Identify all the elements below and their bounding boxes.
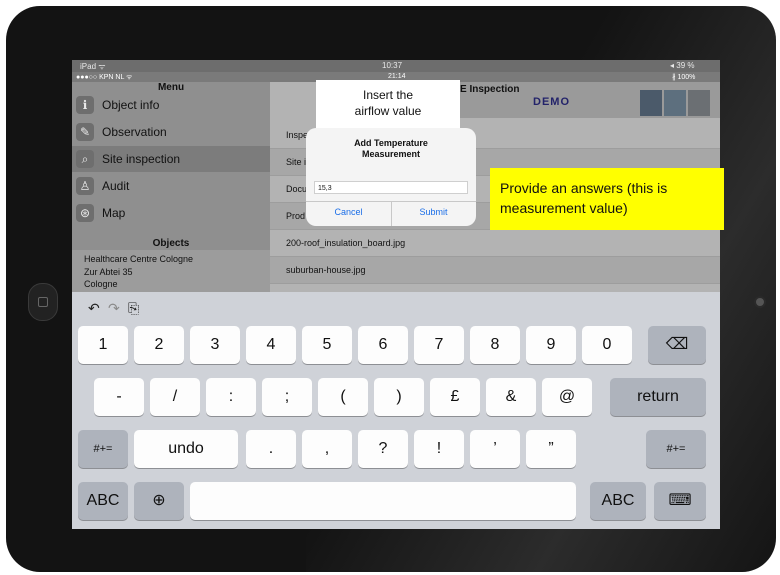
key-semicolon[interactable]: ; [262,378,312,416]
menu-title: Menu [157,82,185,93]
callout-line: measurement value) [500,200,628,216]
sidebar-item-observation[interactable]: ✎ Observation [72,119,270,145]
key-exclamation[interactable]: ! [414,430,464,468]
carrier-label: ●●●○○ KPN NL ᯤ [76,74,133,81]
page-title: E Inspection [460,84,520,95]
key-ampersand[interactable]: & [486,378,536,416]
dialog-title-line2: Measurement [361,149,421,159]
redo-icon[interactable]: ↷ [108,300,120,317]
answer-callout: Provide an answers (this is measurement … [490,168,724,230]
callout-line: Provide an answers (this is [500,180,668,196]
sidebar-item-map[interactable]: ⊛ Map [72,200,270,226]
row-label: suburban-house.jpg [286,265,366,275]
symbols-key-right[interactable]: #+= [646,430,706,468]
row-label: 200-roof_insulation_board.jpg [286,238,406,248]
brand-banner: E Inspection DEMO [460,82,720,118]
camera-icon [754,296,766,308]
sidebar-item-label: Object info [102,98,160,112]
key-0[interactable]: 0 [582,326,632,364]
objects-title: Objects [152,238,190,249]
key-apostrophe[interactable]: ’ [470,430,520,468]
building-image-icon [664,90,686,116]
insert-value-callout: Insert the airflow value [316,80,460,128]
onscreen-keyboard: ↶ ↷ ⎘ 1 2 3 4 5 6 7 8 9 0 ⌫ - / : ; ( ) … [72,292,720,529]
key-comma[interactable]: , [302,430,352,468]
sidebar-item-object-info[interactable]: ℹ Object info [72,92,270,118]
callout-line: airflow value [354,104,422,118]
key-2[interactable]: 2 [134,326,184,364]
sidebar-item-label: Map [102,206,126,220]
home-button[interactable] [28,283,58,321]
abc-key-right[interactable]: ABC [590,482,646,520]
object-list-item[interactable]: Healthcare Centre Cologne Zur Abtei 35 C… [72,250,270,292]
sidebar-menu: Menu ℹ Object info ✎ Observation ⌕ Site … [72,82,270,292]
undo-icon[interactable]: ↶ [88,300,100,317]
list-item[interactable]: 200-roof_insulation_board.jpg [270,230,720,257]
add-measurement-dialog: Add Temperature Measurement 15,3 Cancel … [306,128,476,226]
app-battery-status: ∦ 100% [672,74,696,81]
measurement-input[interactable]: 15,3 [314,181,468,194]
key-question[interactable]: ? [358,430,408,468]
sidebar-item-label: Observation [102,125,167,139]
device-label: iPad ᯤ [80,62,106,71]
magnifier-icon: ⌕ [76,150,94,168]
undo-key[interactable]: undo [134,430,238,468]
demo-logo: DEMO [533,96,570,108]
sidebar-item-label: Site inspection [102,152,181,166]
key-1[interactable]: 1 [78,326,128,364]
row-label: Docu [286,184,308,194]
row-label: Site i [286,157,307,167]
space-key[interactable] [190,482,576,520]
symbols-key-left[interactable]: #+= [78,430,128,468]
abc-key-left[interactable]: ABC [78,482,128,520]
key-at[interactable]: @ [542,378,592,416]
key-9[interactable]: 9 [526,326,576,364]
dialog-title-line1: Add Temperature [354,138,428,148]
key-slash[interactable]: / [150,378,200,416]
key-6[interactable]: 6 [358,326,408,364]
building-image-icon [640,90,662,116]
dialog-title: Add Temperature Measurement [306,138,476,160]
key-7[interactable]: 7 [414,326,464,364]
callout-line: Insert the [362,88,414,102]
hide-keyboard-icon[interactable]: ⌨ [654,482,706,520]
ipad-screen: iPad ᯤ 10:37 ◂ 39 % ●●●○○ KPN NL ᯤ 21:14… [72,60,720,529]
key-pound[interactable]: £ [430,378,480,416]
object-name: Healthcare Centre Cologne [84,254,194,264]
cancel-button[interactable]: Cancel [306,207,391,217]
key-minus[interactable]: - [94,378,144,416]
home-button-square-icon [38,297,48,307]
paste-icon[interactable]: ⎘ [128,300,139,317]
app-clock: 21:14 [388,73,406,80]
key-4[interactable]: 4 [246,326,296,364]
key-colon[interactable]: : [206,378,256,416]
key-quote[interactable]: ” [526,430,576,468]
backspace-key[interactable]: ⌫ [648,326,706,364]
audit-icon: ♙ [76,177,94,195]
list-item[interactable]: suburban-house.jpg [270,257,720,284]
info-icon: ℹ [76,96,94,114]
clock: 10:37 [382,61,403,70]
key-5[interactable]: 5 [302,326,352,364]
globe-icon[interactable]: ⊕ [134,482,184,520]
sidebar-item-label: Audit [102,179,130,193]
pencil-icon: ✎ [76,123,94,141]
status-bar: iPad ᯤ 10:37 ◂ 39 % [72,60,720,72]
key-3[interactable]: 3 [190,326,240,364]
sidebar-item-audit[interactable]: ♙ Audit [72,173,270,199]
building-image-icon [688,90,710,116]
row-label: Inspe [286,130,309,140]
object-city: Cologne [84,279,118,289]
submit-button[interactable]: Submit [391,207,476,217]
key-close-paren[interactable]: ) [374,378,424,416]
object-street: Zur Abtei 35 [84,267,133,277]
key-8[interactable]: 8 [470,326,520,364]
key-open-paren[interactable]: ( [318,378,368,416]
map-icon: ⊛ [76,204,94,222]
key-period[interactable]: . [246,430,296,468]
return-key[interactable]: return [610,378,706,416]
sidebar-item-site-inspection[interactable]: ⌕ Site inspection [72,146,270,172]
battery-status: ◂ 39 % [670,61,695,70]
row-label: Prod [286,211,306,221]
